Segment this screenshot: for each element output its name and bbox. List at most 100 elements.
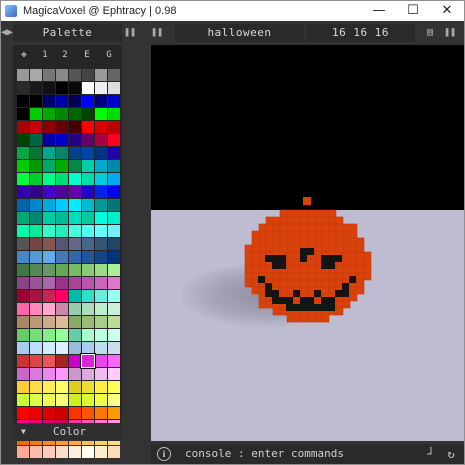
palette-swatch[interactable] xyxy=(30,342,42,354)
palette-swatch[interactable] xyxy=(56,108,68,120)
palette-swatch[interactable] xyxy=(108,316,120,328)
palette-swatch[interactable] xyxy=(17,303,29,315)
palette-swatch[interactable] xyxy=(81,354,95,368)
palette-swatch[interactable] xyxy=(95,160,107,172)
palette-swatch[interactable] xyxy=(43,329,55,341)
right-panel-toggle-icon[interactable]: ❚❚ xyxy=(442,24,458,42)
palette-swatch[interactable] xyxy=(69,108,81,120)
palette-swatch[interactable] xyxy=(95,342,107,354)
palette-swatch[interactable] xyxy=(30,95,42,107)
palette-swatch[interactable] xyxy=(108,121,120,133)
palette-swatch[interactable] xyxy=(56,212,68,224)
palette-swatch[interactable] xyxy=(43,407,55,419)
palette-swatch[interactable] xyxy=(17,290,29,302)
palette-swatch[interactable] xyxy=(82,407,94,419)
palette-swatch[interactable] xyxy=(69,238,81,250)
palette-swatch[interactable] xyxy=(82,303,94,315)
palette-swatch[interactable] xyxy=(108,329,120,341)
palette-swatch[interactable] xyxy=(69,394,81,406)
palette-swatch[interactable] xyxy=(82,394,94,406)
palette-swatch[interactable] xyxy=(69,290,81,302)
palette-swatch[interactable] xyxy=(69,368,81,380)
palette-swatch[interactable] xyxy=(82,290,94,302)
palette-swatch[interactable] xyxy=(82,225,94,237)
palette-swatch[interactable] xyxy=(43,173,55,185)
palette-swatch[interactable] xyxy=(69,212,81,224)
palette-swatch[interactable] xyxy=(56,121,68,133)
palette-swatch[interactable] xyxy=(43,446,55,458)
palette-swatch[interactable] xyxy=(82,121,94,133)
palette-swatch[interactable] xyxy=(108,407,120,419)
palette-swatch[interactable] xyxy=(43,355,55,367)
palette-swatch[interactable] xyxy=(108,355,120,367)
palette-swatch[interactable] xyxy=(56,199,68,211)
palette-swatch[interactable] xyxy=(108,147,120,159)
palette-swatch[interactable] xyxy=(43,277,55,289)
palette-swatch[interactable] xyxy=(82,160,94,172)
palette-swatch[interactable] xyxy=(69,446,81,458)
palette-swatch[interactable] xyxy=(17,238,29,250)
palette-swatch[interactable] xyxy=(30,407,42,419)
color-section-header[interactable]: ▼ Color xyxy=(13,423,122,441)
palette-swatch[interactable] xyxy=(95,290,107,302)
palette-swatch[interactable] xyxy=(43,381,55,393)
palette-swatch[interactable] xyxy=(95,147,107,159)
palette-swatch[interactable] xyxy=(108,238,120,250)
palette-swatch[interactable] xyxy=(43,225,55,237)
palette-swatch[interactable] xyxy=(56,342,68,354)
palette-swatch[interactable] xyxy=(95,134,107,146)
palette-swatch[interactable] xyxy=(43,160,55,172)
palette-swatch[interactable] xyxy=(95,225,107,237)
palette-swatch[interactable] xyxy=(43,108,55,120)
palette-swatch[interactable] xyxy=(17,368,29,380)
palette-swatch[interactable] xyxy=(108,303,120,315)
palette-swatch[interactable] xyxy=(56,95,68,107)
palette-tab-e[interactable]: E xyxy=(79,47,95,63)
palette-swatch[interactable] xyxy=(30,316,42,328)
palette-swatch[interactable] xyxy=(69,186,81,198)
maximize-button[interactable]: ☐ xyxy=(396,1,430,21)
palette-swatch[interactable] xyxy=(43,264,55,276)
palette-swatch[interactable] xyxy=(56,277,68,289)
palette-swatch[interactable] xyxy=(108,251,120,263)
palette-swatch[interactable] xyxy=(56,394,68,406)
palette-swatch[interactable] xyxy=(30,355,42,367)
palette-swatch[interactable] xyxy=(17,147,29,159)
palette-swatch[interactable] xyxy=(30,264,42,276)
palette-swatch[interactable] xyxy=(69,355,81,367)
palette-swatch[interactable] xyxy=(56,446,68,458)
palette-swatch[interactable] xyxy=(108,173,120,185)
palette-swatch[interactable] xyxy=(69,264,81,276)
layout-icon[interactable]: ▤ xyxy=(422,24,438,42)
palette-swatch[interactable] xyxy=(30,251,42,263)
palette-swatch[interactable] xyxy=(30,69,42,81)
palette-swatch[interactable] xyxy=(69,225,81,237)
palette-swatch[interactable] xyxy=(82,82,94,94)
palette-swatch[interactable] xyxy=(56,316,68,328)
palette-swatch[interactable] xyxy=(69,95,81,107)
palette-swatch[interactable] xyxy=(56,238,68,250)
palette-tab-2[interactable]: 2 xyxy=(57,47,73,63)
palette-swatch[interactable] xyxy=(17,251,29,263)
palette-swatch[interactable] xyxy=(17,264,29,276)
palette-swatch[interactable] xyxy=(17,277,29,289)
palette-swatch[interactable] xyxy=(95,316,107,328)
palette-swatch[interactable] xyxy=(108,394,120,406)
palette-swatch[interactable] xyxy=(82,212,94,224)
palette-swatch[interactable] xyxy=(108,225,120,237)
palette-swatch[interactable] xyxy=(69,82,81,94)
palette-swatch[interactable] xyxy=(69,160,81,172)
palette-swatch[interactable] xyxy=(17,394,29,406)
palette-swatch[interactable] xyxy=(30,173,42,185)
palette-swatch[interactable] xyxy=(95,381,107,393)
palette-swatch[interactable] xyxy=(95,82,107,94)
palette-swatch[interactable] xyxy=(43,316,55,328)
palette-swatch[interactable] xyxy=(43,368,55,380)
palette-move-icon[interactable]: ✥ xyxy=(15,47,33,63)
palette-swatch[interactable] xyxy=(43,95,55,107)
palette-swatch[interactable] xyxy=(95,355,107,367)
palette-swatch[interactable] xyxy=(95,368,107,380)
palette-swatch[interactable] xyxy=(43,121,55,133)
palette-swatch[interactable] xyxy=(108,290,120,302)
palette-tab-g[interactable]: G xyxy=(101,47,117,63)
